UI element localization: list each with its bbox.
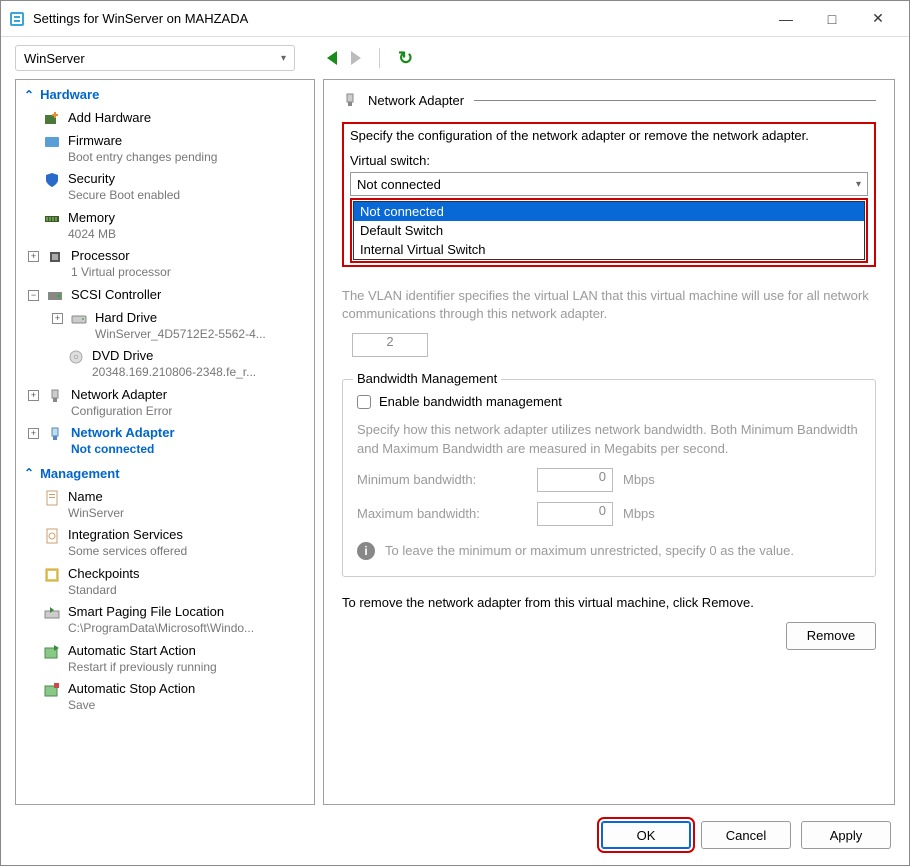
remove-button[interactable]: Remove bbox=[786, 622, 876, 650]
dropdown-option[interactable]: Not connected bbox=[354, 202, 864, 221]
add-hardware-icon bbox=[44, 111, 60, 127]
shield-icon bbox=[44, 172, 60, 188]
autostop-icon bbox=[44, 682, 60, 698]
sidebar-item-network-adapter-1[interactable]: + Network AdapterConfiguration Error bbox=[16, 384, 314, 422]
bandwidth-section: Bandwidth Management Enable bandwidth ma… bbox=[342, 375, 876, 577]
nav-buttons: ↻ bbox=[327, 48, 413, 69]
checkpoints-icon bbox=[44, 567, 60, 583]
scsi-icon bbox=[47, 288, 63, 304]
sidebar-item-autostart[interactable]: Automatic Start ActionRestart if previou… bbox=[16, 640, 314, 678]
minimize-button[interactable]: — bbox=[763, 3, 809, 35]
sidebar-item-paging[interactable]: Smart Paging File LocationC:\ProgramData… bbox=[16, 601, 314, 639]
reload-button[interactable]: ↻ bbox=[398, 48, 413, 69]
bandwidth-group: Bandwidth Management Enable bandwidth ma… bbox=[342, 379, 876, 577]
sidebar-item-scsi[interactable]: − SCSI Controller bbox=[16, 284, 314, 307]
processor-icon bbox=[47, 249, 63, 265]
settings-window: Settings for WinServer on MAHZADA — □ ✕ … bbox=[0, 0, 910, 866]
vswitch-highlight: Specify the configuration of the network… bbox=[342, 122, 876, 267]
sidebar-item-autostop[interactable]: Automatic Stop ActionSave bbox=[16, 678, 314, 716]
category-management[interactable]: ⌃Management bbox=[16, 461, 314, 486]
sidebar-item-memory[interactable]: Memory4024 MB bbox=[16, 207, 314, 245]
vlan-description: The VLAN identifier specifies the virtua… bbox=[342, 287, 876, 323]
sidebar-item-hard-drive[interactable]: + Hard DriveWinServer_4D5712E2-5562-4... bbox=[16, 307, 314, 345]
expand-icon[interactable]: + bbox=[28, 428, 39, 439]
expand-icon[interactable]: + bbox=[28, 251, 39, 262]
toolbar: WinServer ▾ ↻ bbox=[1, 37, 909, 79]
max-bandwidth-input: 0 bbox=[537, 502, 613, 526]
bandwidth-description: Specify how this network adapter utilize… bbox=[357, 421, 861, 457]
vswitch-label: Virtual switch: bbox=[350, 153, 868, 168]
min-bandwidth-input: 0 bbox=[537, 468, 613, 492]
firmware-icon bbox=[44, 134, 60, 150]
autostart-icon bbox=[44, 644, 60, 660]
bandwidth-enable-label: Enable bandwidth management bbox=[379, 394, 562, 409]
sidebar-item-processor[interactable]: + Processor1 Virtual processor bbox=[16, 245, 314, 283]
vm-dropdown[interactable]: WinServer ▾ bbox=[15, 45, 295, 71]
dvd-icon bbox=[68, 349, 84, 365]
settings-icon bbox=[9, 11, 25, 27]
max-bandwidth-label: Maximum bandwidth: bbox=[357, 505, 527, 523]
network-icon bbox=[47, 426, 63, 442]
sidebar-item-firmware[interactable]: FirmwareBoot entry changes pending bbox=[16, 130, 314, 168]
sidebar-item-checkpoints[interactable]: CheckpointsStandard bbox=[16, 563, 314, 601]
collapse-icon[interactable]: − bbox=[28, 290, 39, 301]
sidebar-item-add-hardware[interactable]: Add Hardware bbox=[16, 107, 314, 130]
name-icon bbox=[44, 490, 60, 506]
bandwidth-info: i To leave the minimum or maximum unrest… bbox=[357, 542, 861, 560]
panel-header: Network Adapter bbox=[342, 92, 876, 108]
bandwidth-title: Bandwidth Management bbox=[353, 371, 501, 386]
maximize-button[interactable]: □ bbox=[809, 3, 855, 35]
info-icon: i bbox=[357, 542, 375, 560]
sidebar-item-network-adapter-2[interactable]: + Network AdapterNot connected bbox=[16, 422, 314, 460]
titlebar: Settings for WinServer on MAHZADA — □ ✕ bbox=[1, 1, 909, 37]
footer-buttons: OK Cancel Apply bbox=[1, 811, 909, 865]
cancel-button[interactable]: Cancel bbox=[701, 821, 791, 849]
panel-title: Network Adapter bbox=[368, 93, 464, 108]
collapse-icon: ⌃ bbox=[24, 466, 34, 480]
dropdown-option[interactable]: Internal Virtual Switch bbox=[354, 240, 864, 259]
sidebar-item-integration[interactable]: Integration ServicesSome services offere… bbox=[16, 524, 314, 562]
dropdown-option[interactable]: Default Switch bbox=[354, 221, 864, 240]
vlan-id-input: 2 bbox=[352, 333, 428, 357]
divider bbox=[474, 100, 876, 101]
main-panel: Network Adapter Specify the configuratio… bbox=[323, 79, 895, 805]
paging-icon bbox=[44, 605, 60, 621]
chevron-down-icon: ▾ bbox=[856, 179, 861, 190]
unit-label: Mbps bbox=[623, 472, 655, 487]
nav-prev-button[interactable] bbox=[327, 51, 337, 65]
nav-next-button[interactable] bbox=[351, 51, 361, 65]
sidebar-item-security[interactable]: SecuritySecure Boot enabled bbox=[16, 168, 314, 206]
panel-description: Specify the configuration of the network… bbox=[350, 128, 868, 143]
vm-name: WinServer bbox=[24, 51, 85, 66]
vlan-section: The VLAN identifier specifies the virtua… bbox=[342, 287, 876, 357]
integration-icon bbox=[44, 528, 60, 544]
content-area: ⌃Hardware Add Hardware FirmwareBoot entr… bbox=[1, 79, 909, 811]
ok-button[interactable]: OK bbox=[601, 821, 691, 849]
apply-button[interactable]: Apply bbox=[801, 821, 891, 849]
window-title: Settings for WinServer on MAHZADA bbox=[33, 11, 763, 26]
vswitch-dropdown-list: Not connected Default Switch Internal Vi… bbox=[353, 201, 865, 260]
sidebar: ⌃Hardware Add Hardware FirmwareBoot entr… bbox=[15, 79, 315, 805]
close-button[interactable]: ✕ bbox=[855, 3, 901, 35]
bandwidth-checkbox[interactable] bbox=[357, 395, 371, 409]
memory-icon bbox=[44, 211, 60, 227]
vswitch-dropdown[interactable]: Not connected ▾ bbox=[350, 172, 868, 196]
unit-label: Mbps bbox=[623, 506, 655, 521]
network-icon bbox=[47, 388, 63, 404]
hard-drive-icon bbox=[71, 311, 87, 327]
expand-icon[interactable]: + bbox=[28, 390, 39, 401]
expand-icon[interactable]: + bbox=[52, 313, 63, 324]
sidebar-item-name[interactable]: NameWinServer bbox=[16, 486, 314, 524]
collapse-icon: ⌃ bbox=[24, 88, 34, 102]
separator bbox=[379, 48, 380, 68]
sidebar-item-dvd-drive[interactable]: DVD Drive20348.169.210806-2348.fe_r... bbox=[16, 345, 314, 383]
min-bandwidth-label: Minimum bandwidth: bbox=[357, 471, 527, 489]
category-hardware[interactable]: ⌃Hardware bbox=[16, 82, 314, 107]
remove-section: To remove the network adapter from this … bbox=[342, 595, 876, 650]
remove-description: To remove the network adapter from this … bbox=[342, 595, 876, 610]
network-icon bbox=[342, 92, 358, 108]
chevron-down-icon: ▾ bbox=[281, 53, 286, 64]
dropdown-highlight: Not connected Default Switch Internal Vi… bbox=[350, 198, 868, 263]
